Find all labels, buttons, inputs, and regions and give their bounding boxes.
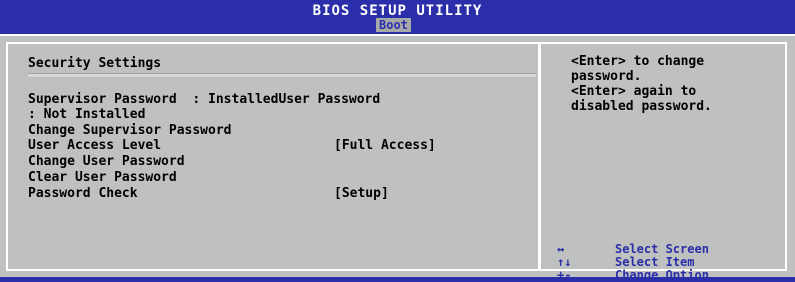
help-pane: <Enter> to change password. <Enter> agai… — [541, 44, 785, 282]
help-line-2: password. — [571, 69, 642, 84]
bios-title-bar: BIOS SETUP UTILITY Boot — [0, 0, 795, 34]
up-down-arrow-icon: ↑↓ — [557, 255, 572, 269]
clear-user-password-item[interactable]: Clear User Password — [28, 170, 177, 185]
left-right-arrow-icon: ↔ — [557, 242, 565, 256]
change-supervisor-password-item[interactable]: Change Supervisor Password — [28, 123, 232, 138]
password-status-line-2: : Not Installed — [28, 107, 146, 122]
plus-minus-icon: +- — [557, 268, 572, 282]
tab-boot[interactable]: Boot — [376, 18, 411, 32]
password-check-value[interactable]: [Setup] — [334, 186, 389, 201]
password-status-line-1: Supervisor Password : InstalledUser Pass… — [28, 92, 381, 107]
key-select-item-label: Select Item — [615, 255, 695, 269]
user-access-level-value[interactable]: [Full Access] — [334, 138, 436, 153]
password-check-item[interactable]: Password Check — [28, 186, 138, 201]
section-separator — [28, 73, 536, 77]
user-access-level-item[interactable]: User Access Level — [28, 138, 161, 153]
help-line-3: <Enter> again to — [571, 84, 697, 99]
help-text: <Enter> to change password. <Enter> agai… — [571, 54, 781, 114]
key-select-screen-label: Select Screen — [615, 242, 709, 256]
help-line-4: disabled password. — [571, 99, 712, 114]
main-panel: Security Settings Supervisor Password : … — [0, 34, 795, 282]
key-change-option-label: Change Option — [615, 268, 709, 282]
section-title: Security Settings — [28, 56, 162, 71]
change-user-password-item[interactable]: Change User Password — [28, 154, 185, 169]
bios-title: BIOS SETUP UTILITY — [312, 3, 483, 19]
help-line-1: <Enter> to change — [571, 54, 705, 69]
settings-pane: Security Settings Supervisor Password : … — [8, 44, 538, 269]
